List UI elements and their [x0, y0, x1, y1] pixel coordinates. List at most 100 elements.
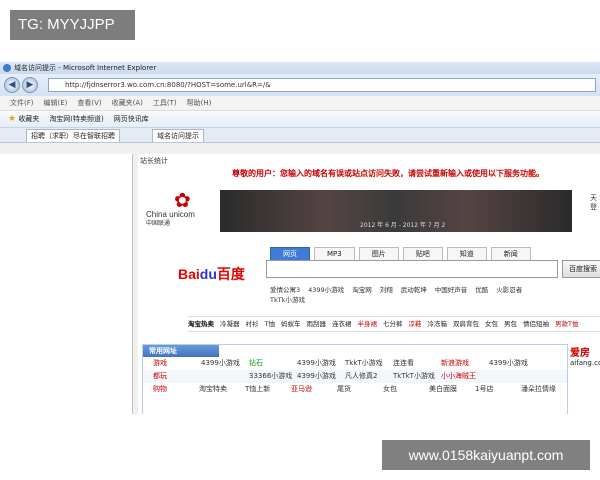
- site-link[interactable]: 钻石: [249, 357, 297, 370]
- hot-item[interactable]: 半身裙: [357, 317, 377, 331]
- menu-tools[interactable]: 工具(T): [153, 96, 177, 110]
- back-icon[interactable]: ◀: [4, 77, 20, 93]
- tab-zhidao[interactable]: 知道: [446, 247, 487, 261]
- site-link[interactable]: TkkT小游戏: [345, 357, 393, 370]
- suggestion-link[interactable]: 4399小游戏: [308, 284, 344, 294]
- site-link[interactable]: 小小海贼王: [441, 370, 489, 383]
- unicom-knot-icon: ✿: [174, 188, 191, 212]
- menu-file[interactable]: 文件(F): [10, 96, 34, 110]
- suggestion-link[interactable]: 淘宝网: [352, 284, 372, 294]
- suggestion-link[interactable]: 刘翔: [380, 284, 393, 294]
- tab-web[interactable]: 网页: [270, 247, 310, 261]
- favorites-bar: ★ 收藏夹 淘宝网(特卖频道) 网页快讯库: [0, 111, 600, 128]
- site-link[interactable]: 亚马逊: [291, 383, 337, 396]
- suggestion-link[interactable]: 中国好声音: [435, 284, 468, 294]
- address-row: ◀ ▶ http://fjdnserror3.wo.com.cn:8080/?H…: [0, 74, 600, 96]
- site-link[interactable]: 4399小游戏: [297, 357, 345, 370]
- baidu-logo: Baidu百度: [178, 266, 245, 282]
- search-tabs: 网页 MP3 图片 贴吧 知道 新闻: [270, 247, 531, 261]
- site-link[interactable]: 1号店: [475, 383, 521, 396]
- site-link[interactable]: 美白面膜: [429, 383, 475, 396]
- site-link[interactable]: 潘朵拉情缘: [521, 383, 567, 396]
- list-item: 都玩 33366小游戏 4399小游戏 凡人修真2 TkTkT小游戏 小小海贼王: [143, 370, 567, 383]
- address-bar[interactable]: http://fjdnserror3.wo.com.cn:8080/?HOST=…: [48, 78, 596, 92]
- side-text: 天 2 登: [590, 194, 600, 211]
- fav-item-taobao[interactable]: 淘宝网(特卖频道): [49, 114, 103, 124]
- suggestions: 爱情公寓3 4399小游戏 淘宝网 刘翔 武动乾坤 中国好声音 优酷 火影忍者: [270, 284, 522, 294]
- ie-icon: [3, 64, 11, 72]
- watermark-top: TG: MYYJJPP: [10, 10, 135, 40]
- hot-item[interactable]: 冷冻箱: [427, 317, 447, 331]
- tab-zhaopin[interactable]: 招聘（求职）尽在智联招聘: [26, 129, 120, 142]
- site-link[interactable]: 4399小游戏: [201, 357, 249, 370]
- hot-label: 淘宝热卖: [188, 320, 214, 328]
- list-item: 游戏 4399小游戏 钻石 4399小游戏 TkkT小游戏 连连看 新浪游戏 4…: [143, 357, 567, 370]
- category-label[interactable]: 购物: [143, 383, 199, 396]
- forward-icon[interactable]: ▶: [22, 77, 38, 93]
- menu-favorites[interactable]: 收藏夹(A): [112, 96, 143, 110]
- hot-item[interactable]: 情侣短袖: [523, 317, 549, 331]
- site-link[interactable]: 女包: [383, 383, 429, 396]
- hot-item[interactable]: 双肩背包: [453, 317, 479, 331]
- suggestion-link[interactable]: 爱情公寓3: [270, 284, 300, 294]
- ad-box[interactable]: 爱房 aifang.com: [570, 344, 600, 414]
- hot-item[interactable]: 七分裤: [383, 317, 403, 331]
- unicom-logo: ✿ China unicom 中国联通: [146, 188, 195, 227]
- window-title: 域名访问提示 - Microsoft Internet Explorer: [14, 64, 157, 72]
- watermark-bottom: www.0158kaiyuanpt.com: [382, 440, 590, 470]
- menu-help[interactable]: 帮助(H): [187, 96, 212, 110]
- category-label[interactable]: 都玩: [143, 370, 201, 383]
- tab-domain-notice[interactable]: 域名访问提示: [152, 129, 204, 142]
- menu-view[interactable]: 查看(V): [77, 96, 101, 110]
- hot-item[interactable]: 雨刮器: [306, 317, 326, 331]
- hot-item[interactable]: 男款T恤: [555, 317, 578, 331]
- site-link[interactable]: 4399小游戏: [297, 370, 345, 383]
- suggestion-link[interactable]: 武动乾坤: [401, 284, 427, 294]
- hot-item[interactable]: 凉鞋: [408, 317, 421, 331]
- stats-link[interactable]: 站长统计: [140, 156, 168, 166]
- hot-item[interactable]: 冷凝器: [220, 317, 240, 331]
- promo-banner[interactable]: 2012 年 6 月 - 2012 年 7 月 2: [220, 190, 572, 232]
- site-link[interactable]: 33366小游戏: [249, 370, 297, 383]
- search-button[interactable]: 百度搜索: [562, 260, 600, 278]
- list-item: 购物 淘宝特卖 T恤上新 亚马逊 尾货 女包 美白面膜 1号店 潘朵拉情缘: [143, 383, 567, 396]
- tab-images[interactable]: 图片: [358, 247, 399, 261]
- site-link[interactable]: 新浪游戏: [441, 357, 489, 370]
- site-link[interactable]: 尾货: [337, 383, 383, 396]
- search-input[interactable]: [266, 260, 558, 278]
- common-sites-title: 常用网址: [143, 345, 219, 357]
- paw-icon: du: [199, 266, 217, 282]
- menu-bar: 文件(F) 编辑(E) 查看(V) 收藏夹(A) 工具(T) 帮助(H): [0, 96, 600, 111]
- site-link[interactable]: 连连看: [393, 357, 441, 370]
- tab-tieba[interactable]: 贴吧: [402, 247, 443, 261]
- site-link[interactable]: 4399小游戏: [489, 357, 537, 370]
- site-link[interactable]: 凡人修真2: [345, 370, 393, 383]
- site-link[interactable]: 淘宝特卖: [199, 383, 245, 396]
- common-sites-panel: 常用网址 游戏 4399小游戏 钻石 4399小游戏 TkkT小游戏 连连看 新…: [142, 344, 568, 414]
- sidebar-pane: [0, 154, 133, 414]
- banner-date: 2012 年 6 月 - 2012 年 7 月 2: [360, 222, 446, 229]
- error-notice: 尊敬的用户：您输入的域名有误或站点访问失败，请尝试重新输入或使用以下服务功能。: [232, 169, 544, 178]
- site-link[interactable]: [201, 370, 249, 383]
- hot-item[interactable]: T恤: [265, 317, 275, 331]
- hot-item[interactable]: 男包: [504, 317, 517, 331]
- suggestion-link[interactable]: 火影忍者: [496, 284, 522, 294]
- suggestion-link[interactable]: TkTk小游戏: [270, 294, 305, 304]
- hot-item[interactable]: 女包: [485, 317, 498, 331]
- site-link[interactable]: TkTkT小游戏: [393, 370, 441, 383]
- hot-item[interactable]: 蚂蚁车: [281, 317, 301, 331]
- hot-item[interactable]: 连衣裙: [332, 317, 352, 331]
- tab-news[interactable]: 新闻: [490, 247, 531, 261]
- star-icon: ★: [8, 114, 17, 124]
- favorites-button[interactable]: ★ 收藏夹: [8, 114, 39, 124]
- window-titlebar: 域名访问提示 - Microsoft Internet Explorer: [0, 62, 600, 74]
- menu-edit[interactable]: 编辑(E): [44, 96, 68, 110]
- fav-item-webslice[interactable]: 网页快讯库: [114, 114, 149, 124]
- hot-sale-bar: 淘宝热卖 冷凝器 衬衫 T恤 蚂蚁车 雨刮器 连衣裙 半身裙 七分裤 凉鞋 冷冻…: [188, 316, 600, 332]
- hot-item[interactable]: 衬衫: [246, 317, 259, 331]
- site-link[interactable]: T恤上新: [245, 383, 291, 396]
- browser-window: 域名访问提示 - Microsoft Internet Explorer ◀ ▶…: [0, 62, 600, 414]
- category-label[interactable]: 游戏: [143, 357, 201, 370]
- suggestion-link[interactable]: 优酷: [475, 284, 488, 294]
- tab-mp3[interactable]: MP3: [314, 247, 355, 261]
